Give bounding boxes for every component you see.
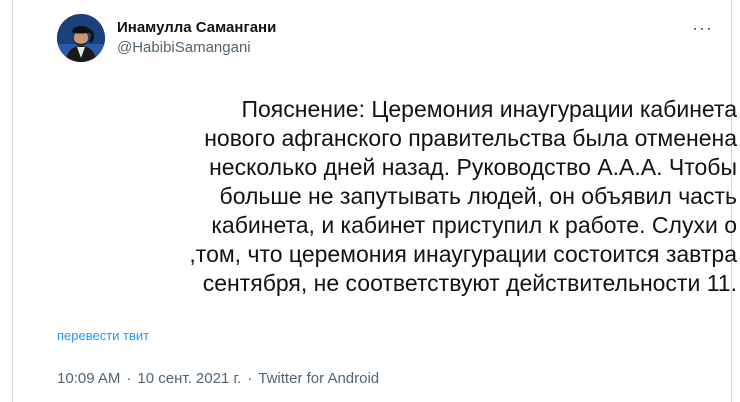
tweet-source[interactable]: Twitter for Android [258,370,379,387]
avatar[interactable] [57,14,105,62]
tweet-time[interactable]: 10:09 AM [57,370,120,387]
tweet-text-line: несколько дней назад. Руководство А.А.А.… [209,154,737,180]
tweet-text-line: том, что церемония инаугурации состоится… [189,241,737,267]
tweet-text-line: больше не запутывать людей, он объявил ч… [219,183,737,209]
separator-dot: · [247,370,253,387]
more-options-icon[interactable]: ··· [692,18,713,39]
tweet-text-line: кабинета, и кабинет приступил к работе. … [211,212,737,238]
tweet-card: Инамулла Самангани @HabibiSamangani ··· … [12,0,737,402]
tweet-metadata: 10:09 AM · 10 сент. 2021 г. · Twitter for An… [57,369,379,389]
tweet-date[interactable]: 10 сент. 2021 г. [137,370,241,387]
tweet-text-line: .11 сентября, не соответствуют действите… [202,270,737,296]
tweet-text-line: нового афганского правительства была отм… [204,125,737,151]
separator-dot: · [126,370,132,387]
tweet-header: Инамулла Самангани @HabibiSamangani [57,14,276,62]
author-handle[interactable]: @HabibiSamangani [117,38,276,58]
tweet-text-line: Пояснение: Церемония инаугурации кабинет… [241,96,737,122]
tweet-text: Пояснение: Церемония инаугурации кабинет… [57,95,737,298]
display-name[interactable]: Инамулла Самангани [117,18,276,38]
translate-tweet-link[interactable]: перевести твит [57,328,149,344]
avatar-image [57,14,105,62]
author-names: Инамулла Самангани @HabibiSamangani [117,18,276,58]
